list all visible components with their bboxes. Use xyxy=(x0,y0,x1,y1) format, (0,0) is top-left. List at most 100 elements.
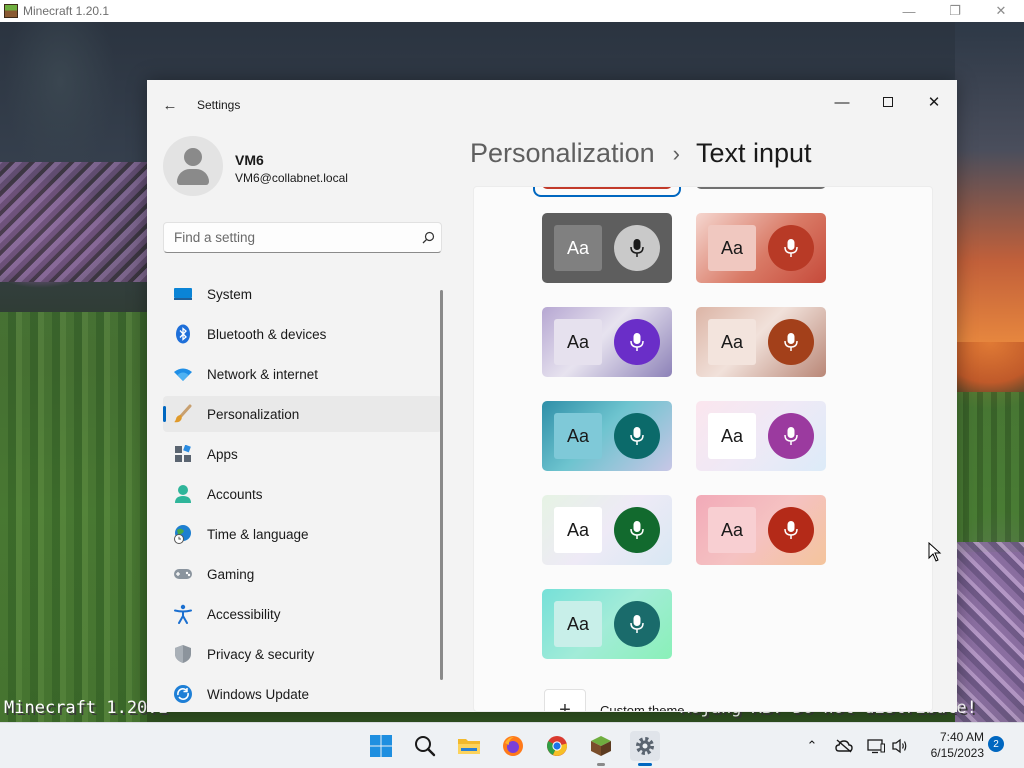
sidebar-item-label: Privacy & security xyxy=(207,646,315,662)
theme-text-sample: Aa xyxy=(708,225,756,271)
theme-option[interactable]: Aa xyxy=(542,401,672,471)
grass-blocks-right xyxy=(955,392,1024,552)
minecraft-titlebar[interactable]: Minecraft 1.20.1 — ❐ ✕ xyxy=(0,0,1024,22)
search-input[interactable] xyxy=(174,230,415,245)
network-icon[interactable] xyxy=(866,736,886,756)
back-button[interactable]: ← xyxy=(159,94,181,116)
theme-text-sample: Aa xyxy=(554,319,602,365)
chevron-up-icon[interactable]: ⌃ xyxy=(802,736,822,756)
theme-option[interactable]: Aa xyxy=(542,307,672,377)
avatar[interactable] xyxy=(163,136,223,196)
mouse-cursor-icon xyxy=(928,542,942,562)
sidebar-item-label: Personalization xyxy=(207,406,300,422)
settings-maximize-button[interactable] xyxy=(865,86,911,118)
sidebar-item-privacy-security[interactable]: Privacy & security xyxy=(163,636,442,672)
page-title: Text input xyxy=(695,138,812,168)
search-box[interactable] xyxy=(163,222,442,253)
sidebar-item-personalization[interactable]: Personalization xyxy=(163,396,442,432)
taskbar-clock-date[interactable]: 6/15/2023 xyxy=(920,746,984,760)
close-button[interactable]: ✕ xyxy=(978,0,1024,22)
sidebar-item-time-language[interactable]: Time & language xyxy=(163,516,442,552)
profile-name: VM6 xyxy=(235,152,264,168)
minecraft-window-title: Minecraft 1.20.1 xyxy=(23,4,110,18)
firefox-button[interactable] xyxy=(498,731,528,761)
theme-option[interactable]: Aa xyxy=(542,589,672,659)
volume-icon[interactable] xyxy=(890,736,910,756)
theme-option-partial[interactable] xyxy=(542,187,672,189)
cherry-blossom-leaves-right xyxy=(955,542,1024,722)
theme-grid: Aa Aa Aa Aa Aa Aa Aa Aa Aa xyxy=(474,187,932,711)
windows-logo-icon xyxy=(370,735,392,757)
theme-option[interactable]: Aa xyxy=(696,495,826,565)
theme-text-sample: Aa xyxy=(708,413,756,459)
firefox-icon xyxy=(503,736,523,756)
theme-option[interactable]: Aa xyxy=(696,307,826,377)
sidebar-item-label: Accessibility xyxy=(207,606,281,622)
theme-text-sample: Aa xyxy=(554,413,602,459)
sidebar-item-apps[interactable]: Apps xyxy=(163,436,442,472)
sidebar-item-bluetooth[interactable]: Bluetooth & devices xyxy=(163,316,442,352)
taskbar-search-button[interactable] xyxy=(410,731,440,761)
cloud-offline-icon[interactable] xyxy=(834,736,854,756)
taskbar-clock-time[interactable]: 7:40 AM xyxy=(920,730,984,744)
taskbar: ⌃ xyxy=(0,722,1024,768)
person-icon-body xyxy=(177,169,209,185)
settings-taskbar-button[interactable] xyxy=(630,731,660,766)
sidebar-item-label: Gaming xyxy=(207,566,255,582)
update-icon xyxy=(173,684,193,704)
grass-blocks xyxy=(0,312,147,722)
sidebar-item-label: System xyxy=(207,286,253,302)
start-button[interactable] xyxy=(366,731,396,761)
theme-text-sample: Aa xyxy=(554,507,602,553)
minecraft-icon xyxy=(591,736,611,756)
sidebar-item-label: Apps xyxy=(207,446,238,462)
minecraft-icon xyxy=(4,4,18,18)
theme-option[interactable]: Aa xyxy=(696,213,826,283)
theme-option-partial[interactable] xyxy=(696,187,826,189)
maximize-button[interactable]: ❐ xyxy=(932,0,978,22)
microphone-icon xyxy=(614,601,660,647)
paintbrush-icon xyxy=(173,404,193,424)
breadcrumb-parent[interactable]: Personalization xyxy=(470,138,655,169)
microphone-icon xyxy=(768,319,814,365)
gamepad-icon xyxy=(173,564,193,584)
gear-icon xyxy=(636,737,654,755)
sidebar-item-system[interactable]: System xyxy=(163,276,442,312)
custom-theme-label: Custom theme xyxy=(600,702,685,712)
theme-text-sample: Aa xyxy=(708,507,756,553)
settings-minimize-button[interactable]: — xyxy=(819,86,865,118)
sidebar-item-network[interactable]: Network & internet xyxy=(163,356,442,392)
chrome-button[interactable] xyxy=(542,731,572,761)
profile-email: VM6@collabnet.local xyxy=(235,171,348,185)
sidebar-item-windows-update[interactable]: Windows Update xyxy=(163,676,442,712)
microphone-icon xyxy=(614,413,660,459)
sidebar-item-label: Time & language xyxy=(207,526,309,542)
person-icon-head xyxy=(184,148,202,166)
minecraft-version-overlay: Minecraft 1.20.1 xyxy=(4,698,168,718)
search-icon xyxy=(415,736,436,757)
microphone-icon xyxy=(614,225,660,271)
minimize-button[interactable]: — xyxy=(886,0,932,22)
sidebar-item-gaming[interactable]: Gaming xyxy=(163,556,442,592)
theme-option[interactable]: Aa xyxy=(542,213,672,283)
custom-theme-button[interactable]: + Custom theme xyxy=(544,689,685,712)
sidebar-scrollbar[interactable] xyxy=(440,290,443,680)
maximize-icon xyxy=(883,97,893,107)
sidebar-item-label: Windows Update xyxy=(207,686,310,702)
search-icon[interactable] xyxy=(415,231,441,244)
sidebar-item-accessibility[interactable]: Accessibility xyxy=(163,596,442,632)
notification-badge[interactable]: 2 xyxy=(988,736,1004,752)
theme-option[interactable]: Aa xyxy=(696,401,826,471)
microphone-icon xyxy=(768,225,814,271)
settings-window: ← Settings — ✕ VM6 VM6@collabnet.local S… xyxy=(147,80,957,712)
theme-text-sample: Aa xyxy=(708,319,756,365)
sidebar-item-accounts[interactable]: Accounts xyxy=(163,476,442,512)
theme-text-sample: Aa xyxy=(554,601,602,647)
settings-close-button[interactable]: ✕ xyxy=(911,86,957,118)
sidebar-item-label: Bluetooth & devices xyxy=(207,326,327,342)
bluetooth-icon xyxy=(173,324,193,344)
file-explorer-button[interactable] xyxy=(454,731,484,761)
theme-option[interactable]: Aa xyxy=(542,495,672,565)
minecraft-taskbar-button[interactable] xyxy=(586,731,616,766)
apps-icon xyxy=(173,444,193,464)
